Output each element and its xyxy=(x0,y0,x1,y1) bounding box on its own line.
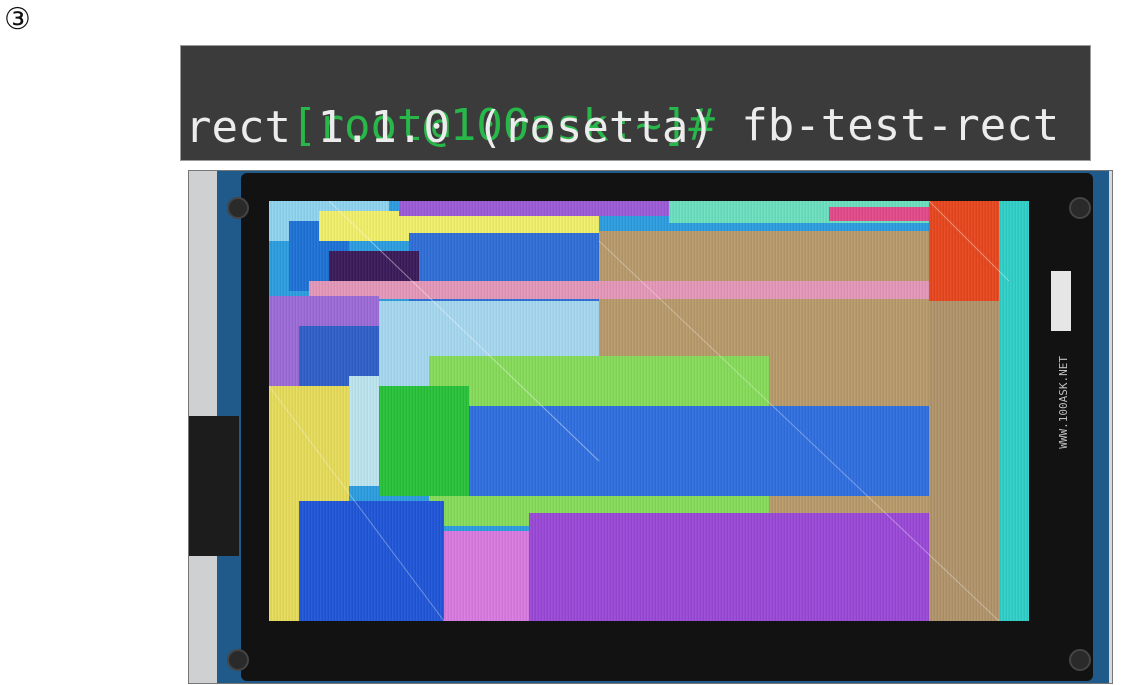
screw-top-right xyxy=(1069,197,1091,219)
side-sticker xyxy=(1051,271,1071,331)
step-marker: ③ xyxy=(4,2,31,37)
screw-top-left xyxy=(227,197,249,219)
terminal-command: fb-test-rect xyxy=(741,100,1060,151)
random-rectangles xyxy=(269,201,1029,621)
screw-bottom-left xyxy=(227,649,249,671)
terminal-output: rect 1.1.0 (rosetta) xyxy=(185,102,715,153)
lcd-screen xyxy=(269,201,1029,621)
side-label-text: WWW.100ASK.NET xyxy=(1057,356,1070,449)
screw-bottom-right xyxy=(1069,649,1091,671)
terminal-screenshot: [root@100ask:~]# fb-test-rect rect 1.1.0… xyxy=(180,45,1091,161)
ribbon-cable xyxy=(189,416,239,556)
lcd-photo: WWW.100ASK.NET xyxy=(188,170,1113,684)
